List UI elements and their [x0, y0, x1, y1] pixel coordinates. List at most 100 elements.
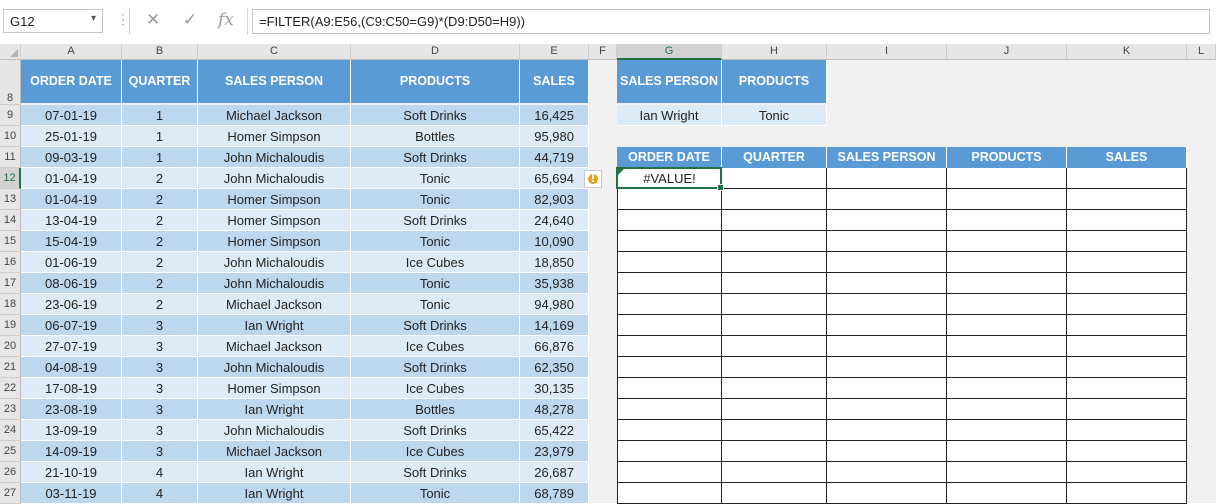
table-cell[interactable]: Tonic	[351, 483, 520, 504]
table-cell[interactable]: 2	[122, 210, 198, 231]
source-header-quarter[interactable]: QUARTER	[122, 60, 198, 103]
column-header-i[interactable]: I	[827, 44, 947, 60]
row-header-20[interactable]: 20	[0, 336, 21, 357]
output-cell[interactable]	[947, 231, 1067, 252]
output-header-products[interactable]: PRODUCTS	[947, 147, 1067, 168]
table-cell[interactable]: 13-09-19	[21, 420, 122, 441]
table-cell[interactable]: Tonic	[351, 273, 520, 294]
output-cell[interactable]	[617, 441, 722, 462]
output-cell[interactable]	[617, 399, 722, 420]
output-cell[interactable]	[1067, 273, 1187, 294]
table-cell[interactable]: Tonic	[351, 294, 520, 315]
table-cell[interactable]: Soft Drinks	[351, 420, 520, 441]
table-cell[interactable]: 82,903	[520, 189, 589, 210]
output-cell[interactable]	[1067, 252, 1187, 273]
row-header-12[interactable]: 12	[0, 168, 21, 189]
table-cell[interactable]: Homer Simpson	[198, 126, 351, 147]
output-cell[interactable]	[617, 210, 722, 231]
output-cell[interactable]	[722, 336, 827, 357]
table-cell[interactable]: 13-04-19	[21, 210, 122, 231]
output-cell[interactable]	[947, 378, 1067, 399]
table-cell[interactable]: Soft Drinks	[351, 210, 520, 231]
output-cell[interactable]	[1067, 462, 1187, 483]
row-header-18[interactable]: 18	[0, 294, 21, 315]
table-cell[interactable]: 14-09-19	[21, 441, 122, 462]
checkmark-icon[interactable]: ✓	[183, 10, 197, 30]
column-header-g[interactable]: G	[617, 44, 722, 60]
table-cell[interactable]: 2	[122, 231, 198, 252]
table-cell[interactable]: 1	[122, 147, 198, 168]
row-header-14[interactable]: 14	[0, 210, 21, 231]
table-cell[interactable]: 48,278	[520, 399, 589, 420]
table-cell[interactable]: 03-11-19	[21, 483, 122, 504]
output-cell[interactable]	[827, 336, 947, 357]
row-header-11[interactable]: 11	[0, 147, 21, 168]
table-cell[interactable]: Michael Jackson	[198, 336, 351, 357]
table-cell[interactable]: Homer Simpson	[198, 231, 351, 252]
table-cell[interactable]: 4	[122, 462, 198, 483]
source-header-sales-person[interactable]: SALES PERSON	[198, 60, 351, 103]
output-cell[interactable]	[1067, 378, 1187, 399]
row-header-16[interactable]: 16	[0, 252, 21, 273]
table-cell[interactable]: 3	[122, 441, 198, 462]
output-cell[interactable]	[827, 315, 947, 336]
table-cell[interactable]: 23-06-19	[21, 294, 122, 315]
output-cell[interactable]	[827, 462, 947, 483]
table-cell[interactable]: 65,422	[520, 420, 589, 441]
table-cell[interactable]: 26,687	[520, 462, 589, 483]
table-cell[interactable]: Ian Wright	[198, 462, 351, 483]
output-cell[interactable]	[617, 273, 722, 294]
table-cell[interactable]: 01-04-19	[21, 189, 122, 210]
output-cell[interactable]	[722, 294, 827, 315]
table-cell[interactable]: 95,980	[520, 126, 589, 147]
output-cell[interactable]	[947, 441, 1067, 462]
table-cell[interactable]: Tonic	[351, 231, 520, 252]
table-cell[interactable]: 01-06-19	[21, 252, 122, 273]
table-cell[interactable]: 06-07-19	[21, 315, 122, 336]
output-cell[interactable]	[722, 210, 827, 231]
row-header-23[interactable]: 23	[0, 399, 21, 420]
output-cell[interactable]	[1067, 294, 1187, 315]
output-cell[interactable]	[722, 273, 827, 294]
output-cell[interactable]	[947, 336, 1067, 357]
row-header-19[interactable]: 19	[0, 315, 21, 336]
row-header-25[interactable]: 25	[0, 441, 21, 462]
table-cell[interactable]: John Michaloudis	[198, 168, 351, 189]
output-cell[interactable]	[617, 378, 722, 399]
table-cell[interactable]: 14,169	[520, 315, 589, 336]
source-header-sales[interactable]: SALES	[520, 60, 589, 103]
table-cell[interactable]: 35,938	[520, 273, 589, 294]
table-cell[interactable]: 15-04-19	[21, 231, 122, 252]
output-cell[interactable]	[827, 231, 947, 252]
output-cell[interactable]	[722, 378, 827, 399]
table-cell[interactable]: 30,135	[520, 378, 589, 399]
column-header-d[interactable]: D	[351, 44, 520, 60]
table-cell[interactable]: Homer Simpson	[198, 378, 351, 399]
output-cell[interactable]	[827, 210, 947, 231]
table-cell[interactable]: Michael Jackson	[198, 105, 351, 126]
table-cell[interactable]: 17-08-19	[21, 378, 122, 399]
output-cell[interactable]	[722, 483, 827, 504]
table-cell[interactable]: 08-06-19	[21, 273, 122, 294]
row-header-13[interactable]: 13	[0, 189, 21, 210]
table-cell[interactable]: 3	[122, 315, 198, 336]
output-cell[interactable]	[827, 483, 947, 504]
table-cell[interactable]: Michael Jackson	[198, 441, 351, 462]
table-cell[interactable]: Soft Drinks	[351, 357, 520, 378]
table-cell[interactable]: Ian Wright	[198, 315, 351, 336]
table-cell[interactable]: 1	[122, 126, 198, 147]
table-cell[interactable]: John Michaloudis	[198, 252, 351, 273]
table-cell[interactable]: 3	[122, 357, 198, 378]
table-cell[interactable]: Bottles	[351, 126, 520, 147]
output-cell[interactable]	[722, 168, 827, 189]
formula-input[interactable]: =FILTER(A9:E56,(C9:C50=G9)*(D9:D50=H9))	[252, 9, 1210, 34]
column-header-a[interactable]: A	[21, 44, 122, 60]
output-cell[interactable]	[947, 399, 1067, 420]
column-header-h[interactable]: H	[722, 44, 827, 60]
column-header-f[interactable]: F	[589, 44, 617, 60]
table-cell[interactable]: 4	[122, 483, 198, 504]
output-cell[interactable]	[1067, 336, 1187, 357]
row-header-27[interactable]: 27	[0, 483, 21, 504]
output-cell[interactable]	[827, 357, 947, 378]
output-cell[interactable]	[722, 231, 827, 252]
